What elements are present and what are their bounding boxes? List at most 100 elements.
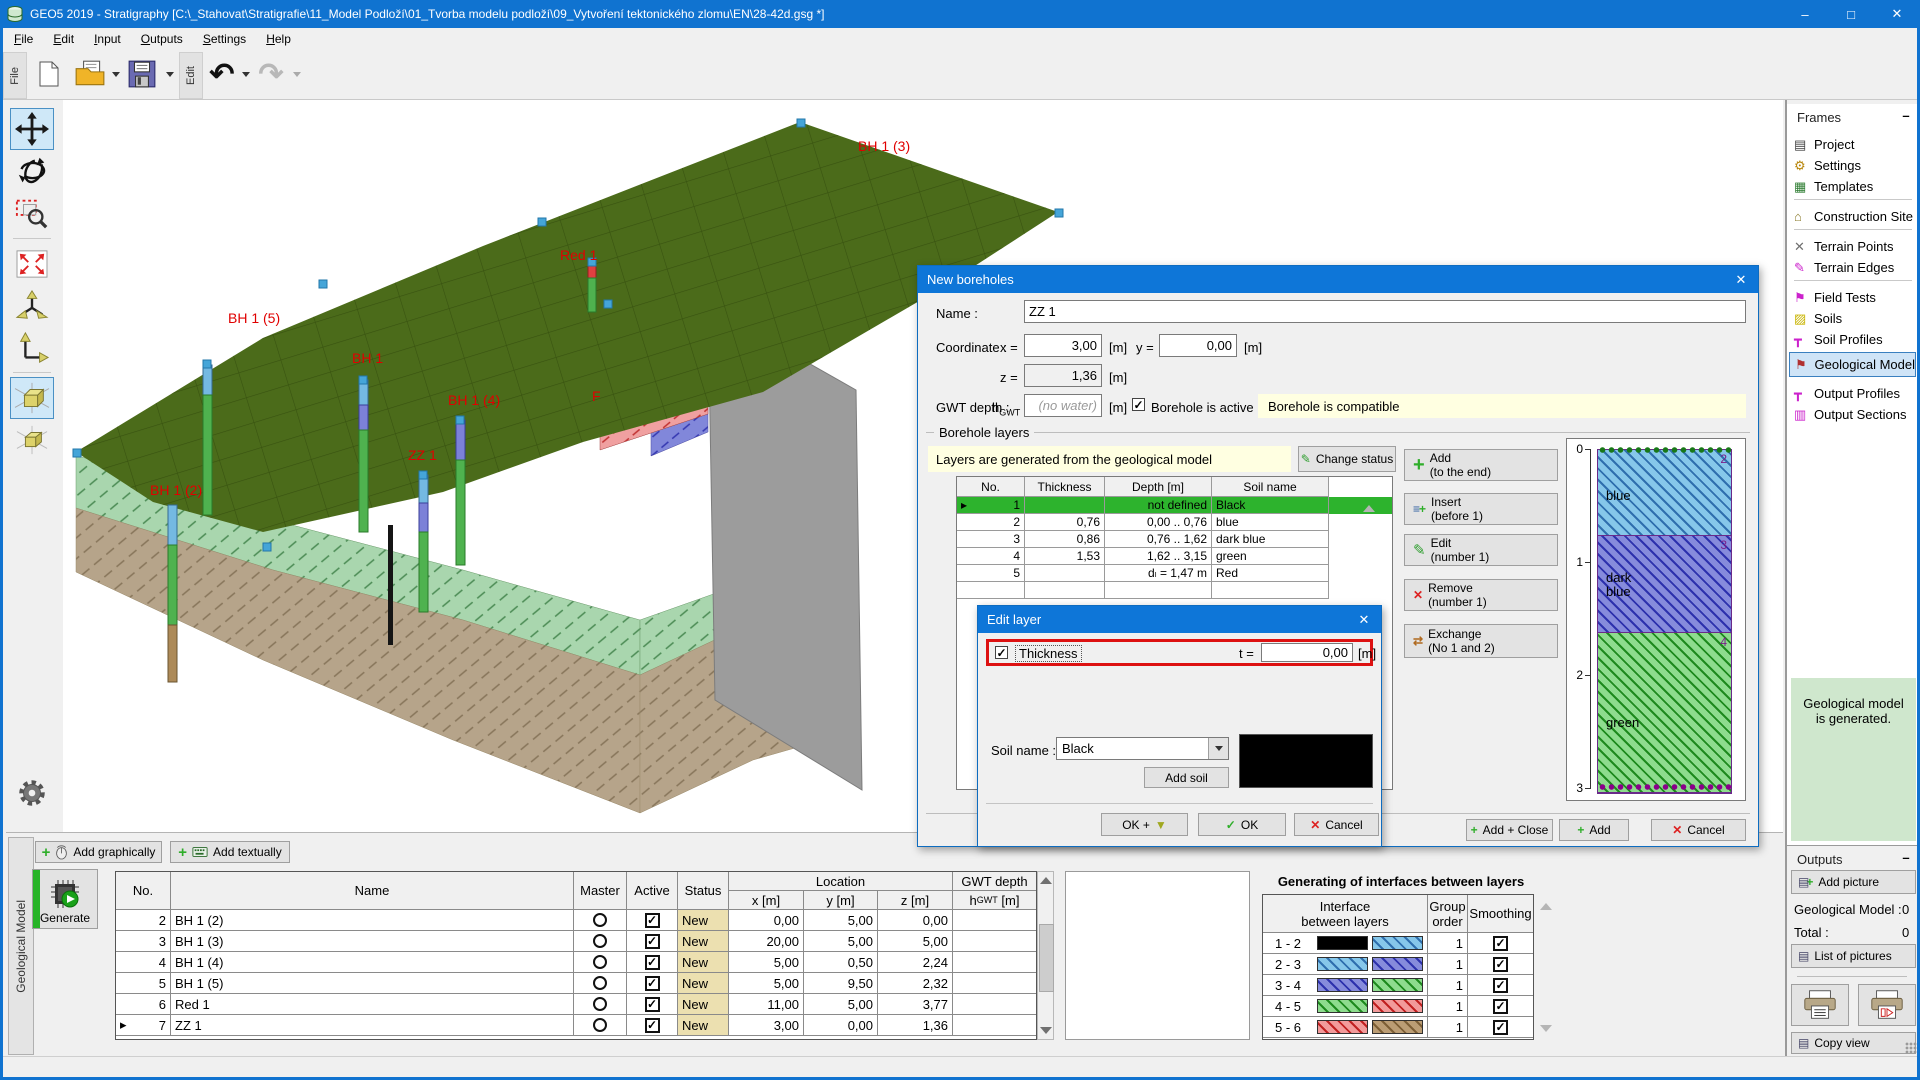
table-row[interactable]: 3 BH 1 (3) New 20,00 5,00 5,00 [116,931,1036,952]
edit-dialog-close-button[interactable]: ✕ [1347,606,1381,633]
edit-dialog-title-bar[interactable]: Edit layer ✕ [978,606,1381,633]
sidebar-item-output-profiles[interactable]: ┳Output Profiles [1794,383,1900,404]
master-radio[interactable] [593,997,607,1011]
redo-dropdown-arrow[interactable] [293,72,301,77]
exchange-layers-button[interactable]: ⇄ Exchange(No 1 and 2) [1404,624,1558,658]
active-checkbox[interactable] [645,913,660,928]
master-radio[interactable] [593,955,607,969]
outputs-minimize-button[interactable]: – [1898,850,1914,866]
add-textually-button[interactable]: + Add textually [170,841,290,863]
sidebar-item-soil-profiles[interactable]: ┳Soil Profiles [1794,329,1883,350]
table-row[interactable]: 5 BH 1 (5) New 5,00 9,50 2,32 [116,973,1036,994]
smoothing-checkbox[interactable] [1493,978,1508,993]
interface-row[interactable]: 3 - 4 1 [1263,975,1533,996]
interface-row[interactable]: 4 - 5 1 [1263,996,1533,1017]
save-button[interactable] [125,57,159,91]
soil-name-dropdown[interactable]: Black [1056,737,1229,760]
list-of-pictures-button[interactable]: ▤ List of pictures [1791,944,1916,968]
copy-view-button[interactable]: ▤ Copy view [1791,1032,1916,1054]
master-radio[interactable] [593,1018,607,1032]
terrain-surface[interactable] [76,122,1058,532]
axonometric-view-button[interactable] [10,419,54,461]
interface-row[interactable]: 1 - 2 1 [1263,933,1533,954]
interfaces-scroll-down[interactable] [1540,1025,1552,1032]
redo-button[interactable]: ↷ [255,56,287,92]
resize-grip[interactable] [1905,1042,1917,1054]
menu-settings[interactable]: Settings [200,30,249,48]
sidebar-item-project[interactable]: ▤Project [1794,134,1854,155]
sidebar-item-terrain-points[interactable]: ✕Terrain Points [1794,236,1893,257]
pan-tool-button[interactable] [10,108,54,150]
interface-row[interactable]: 5 - 6 1 [1263,1017,1533,1038]
save-dropdown-arrow[interactable] [166,72,174,77]
active-checkbox[interactable] [645,1018,660,1033]
gwt-input[interactable] [1024,394,1102,417]
menu-edit[interactable]: Edit [50,30,77,48]
name-input[interactable] [1024,300,1746,323]
master-radio[interactable] [593,934,607,948]
active-checkbox[interactable] [645,976,660,991]
dropdown-arrow-button[interactable] [1208,738,1228,759]
open-dropdown-arrow[interactable] [112,72,120,77]
close-button[interactable]: ✕ [1874,0,1920,28]
scroll-up-arrow[interactable] [1040,877,1052,884]
axonometry-tool-button[interactable] [10,285,54,327]
sidebar-item-templates[interactable]: ▦Templates [1794,176,1873,197]
sidebar-item-terrain-edges[interactable]: ✎Terrain Edges [1794,257,1894,278]
sidebar-item-geological-model-selected[interactable]: ⚑ Geological Model [1789,352,1916,377]
scroll-down-arrow[interactable] [1040,1027,1052,1034]
thickness-checkbox[interactable] [995,646,1008,659]
sidebar-item-output-sections[interactable]: ▥Output Sections [1794,404,1907,425]
layers-scroll-up[interactable] [1363,505,1375,512]
layer-row[interactable]: 2 0,76 0,00 .. 0,76 blue [957,514,1392,531]
minimize-button[interactable]: – [1782,0,1828,28]
add-button[interactable]: + Add [1559,819,1629,841]
thickness-input[interactable] [1261,643,1353,662]
edit-cancel-button[interactable]: ✕ Cancel [1294,813,1379,836]
add-soil-button[interactable]: Add soil [1144,767,1229,788]
dialog-title-bar[interactable]: New boreholes ✕ [918,266,1758,293]
smoothing-checkbox[interactable] [1493,936,1508,951]
perspective-view-button[interactable] [10,377,54,419]
sidebar-item-field-tests[interactable]: ⚑Field Tests [1794,287,1876,308]
layer-row-selected[interactable]: ▸1 not defined Black [957,497,1392,514]
open-file-button[interactable] [73,58,107,90]
zoom-extents-tool-button[interactable] [10,243,54,285]
smoothing-checkbox[interactable] [1493,957,1508,972]
insert-before-button[interactable]: ≡+ Insert(before 1) [1404,493,1558,525]
interface-row[interactable]: 2 - 3 1 [1263,954,1533,975]
smoothing-checkbox[interactable] [1493,999,1508,1014]
master-radio[interactable] [593,976,607,990]
layer-row[interactable]: 4 1,53 1,62 .. 3,15 green [957,548,1392,565]
y-input[interactable] [1159,334,1237,357]
zoom-window-tool-button[interactable] [10,192,54,234]
maximize-button[interactable]: □ [1828,0,1874,28]
active-checkbox[interactable] [645,997,660,1012]
view-settings-gear-button[interactable] [10,772,54,814]
print-preview-button[interactable] [1858,984,1916,1026]
change-status-button[interactable]: ✎ Change status [1298,446,1396,472]
master-radio[interactable] [593,913,607,927]
cancel-button[interactable]: ✕ Cancel [1651,819,1746,841]
menu-outputs[interactable]: Outputs [138,30,186,48]
axes-2d-tool-button[interactable] [10,327,54,369]
add-to-end-button[interactable]: + Add(to the end) [1404,449,1558,481]
sidebar-item-soils[interactable]: ▨Soils [1794,308,1842,329]
borehole-active-checkbox[interactable] [1132,398,1145,411]
menu-input[interactable]: Input [91,30,124,48]
menu-help[interactable]: Help [263,30,294,48]
new-file-button[interactable] [33,58,65,90]
table-row[interactable]: 6 Red 1 New 11,00 5,00 3,77 [116,994,1036,1015]
active-checkbox[interactable] [645,955,660,970]
frames-minimize-button[interactable]: – [1898,108,1914,124]
rotate-tool-button[interactable] [10,150,54,192]
interfaces-scroll-up[interactable] [1540,903,1552,910]
sidebar-item-settings[interactable]: ⚙Settings [1794,155,1861,176]
edit-layer-button[interactable]: ✎ Edit(number 1) [1404,534,1558,566]
table-row-selected[interactable]: ▸ 7 ZZ 1 New 3,00 0,00 1,36 [116,1015,1036,1036]
scroll-thumb[interactable] [1039,924,1054,992]
add-close-button[interactable]: + Add + Close [1466,819,1553,841]
layer-row[interactable]: 5 dₗ = 1,47 m Red [957,565,1392,582]
table-row[interactable]: 4 BH 1 (4) New 5,00 0,50 2,24 [116,952,1036,973]
active-checkbox[interactable] [645,934,660,949]
